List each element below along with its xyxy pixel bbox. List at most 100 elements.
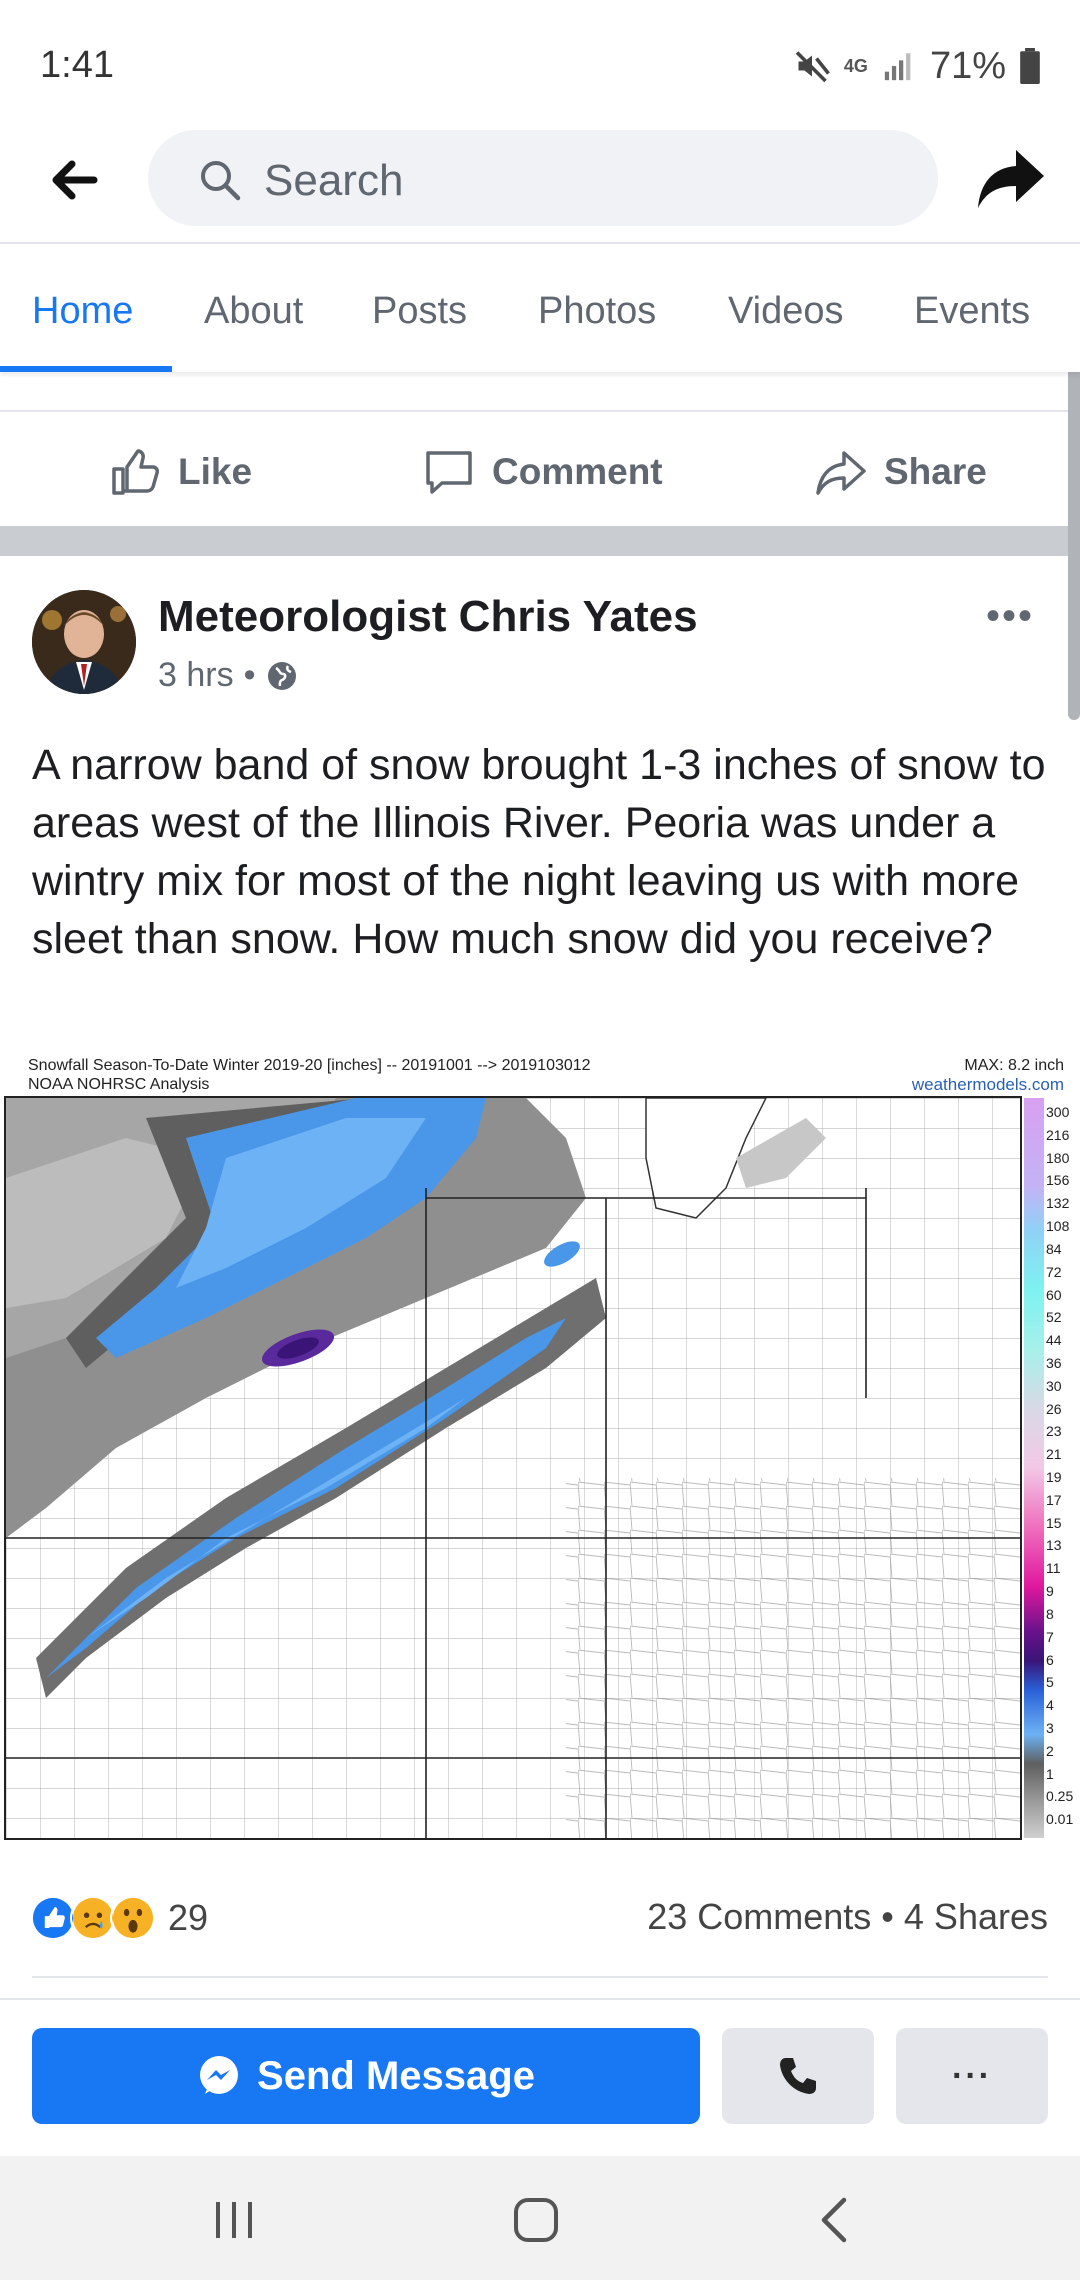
page-action-bar: Send Message ··· — [0, 1998, 1080, 2154]
status-time: 1:41 — [40, 44, 114, 86]
like-label: Like — [178, 451, 253, 492]
reaction-count: 29 — [168, 1897, 209, 1938]
legend-label: 108 — [1046, 1218, 1070, 1235]
post-options-button[interactable]: ••• — [986, 594, 1034, 639]
reactions-divider — [32, 1976, 1048, 1978]
meta-separator: • — [243, 656, 256, 694]
share-icon — [816, 451, 866, 495]
phone-icon — [780, 2058, 816, 2094]
legend-label: 9 — [1046, 1583, 1054, 1600]
tab-posts[interactable]: Posts — [372, 290, 467, 333]
home-icon[interactable] — [506, 2192, 566, 2248]
legend-label: 8 — [1046, 1605, 1054, 1622]
post-body-text: A narrow band of snow brought 1-3 inches… — [32, 741, 1046, 963]
reactions-summary[interactable]: 29 — [30, 1892, 208, 1944]
search-icon — [201, 161, 241, 201]
legend-label: 3 — [1046, 1719, 1054, 1736]
legend-label: 60 — [1046, 1286, 1062, 1303]
map-title-line1: Snowfall Season-To-Date Winter 2019-20 [… — [28, 1057, 591, 1074]
legend-label: 21 — [1046, 1446, 1062, 1463]
legend-label: 84 — [1046, 1240, 1062, 1257]
globe-icon — [267, 661, 296, 690]
legend-label: 2 — [1046, 1742, 1054, 1759]
more-options-button[interactable]: ··· — [896, 2028, 1048, 2124]
send-message-label: Send Message — [257, 2053, 535, 2098]
tab-home[interactable]: Home — [32, 290, 133, 333]
legend-label: 4 — [1046, 1697, 1054, 1714]
legend-label: 11 — [1046, 1560, 1061, 1577]
legend-label: 180 — [1046, 1149, 1070, 1166]
tab-events[interactable]: Events — [914, 290, 1030, 333]
status-bar: 1:41 4G 71% — [0, 0, 1080, 120]
tab-photos[interactable]: Photos — [538, 290, 656, 333]
map-max-info: MAX: 8.2 inch weathermodels.com — [912, 1056, 1064, 1094]
comment-button[interactable]: Comment — [422, 442, 663, 502]
legend-label: 30 — [1046, 1377, 1062, 1394]
legend-label: 5 — [1046, 1674, 1054, 1691]
avatar[interactable] — [32, 590, 136, 694]
map-title: Snowfall Season-To-Date Winter 2019-20 [… — [28, 1056, 591, 1094]
comment-icon — [426, 451, 472, 494]
share-label: Share — [884, 451, 987, 492]
battery-icon — [1020, 48, 1040, 84]
mute-icon — [795, 51, 830, 83]
back-nav-icon[interactable] — [806, 2192, 866, 2248]
legend-label: 13 — [1046, 1537, 1062, 1554]
messenger-icon — [200, 2056, 239, 2094]
status-icons: 4G 71% — [794, 44, 1040, 88]
legend-label: 26 — [1046, 1400, 1062, 1417]
search-input[interactable]: Search — [148, 130, 938, 226]
snowfall-map-graphic — [6, 1098, 1020, 1838]
legend-label: 7 — [1046, 1628, 1054, 1645]
tab-about[interactable]: About — [204, 290, 303, 333]
legend-label: 6 — [1046, 1651, 1054, 1668]
signal-icon — [884, 53, 911, 81]
legend-label: 23 — [1046, 1423, 1062, 1440]
map-title-line2: NOAA NOHRSC Analysis — [28, 1076, 210, 1093]
profile-photo — [32, 590, 136, 694]
legend-label: 1 — [1046, 1765, 1054, 1782]
search-header: Search — [0, 120, 1080, 244]
legend-label: 15 — [1046, 1514, 1062, 1531]
tab-videos[interactable]: Videos — [728, 290, 844, 333]
legend-label: 0.01 — [1046, 1811, 1074, 1828]
post-image[interactable]: Snowfall Season-To-Date Winter 2019-20 [… — [0, 1048, 1080, 1844]
share-forward-icon[interactable] — [976, 146, 1046, 212]
map-site-label: weathermodels.com — [911, 1075, 1064, 1094]
map-max-label: MAX: 8.2 inch — [964, 1057, 1064, 1074]
legend-label: 300 — [1046, 1104, 1070, 1120]
legend-label: 36 — [1046, 1354, 1062, 1371]
search-placeholder: Search — [264, 156, 404, 205]
post-time: 3 hrs — [158, 656, 234, 694]
legend-label: 216 — [1046, 1126, 1070, 1143]
legend-label: 72 — [1046, 1263, 1062, 1280]
wow-reaction-icon — [110, 1895, 156, 1941]
share-button[interactable]: Share — [814, 442, 987, 502]
legend-color-bar — [1024, 1098, 1044, 1838]
network-label: 4G — [843, 55, 868, 76]
legend-label: 52 — [1046, 1309, 1062, 1326]
page-tabs: Home About Posts Photos Videos Events — [0, 246, 1080, 372]
post-author[interactable]: Meteorologist Chris Yates — [158, 592, 698, 642]
post-meta: 3 hrs • — [158, 656, 298, 695]
legend-label: 19 — [1046, 1469, 1062, 1485]
recent-apps-icon[interactable] — [204, 2192, 264, 2248]
feed-divider — [0, 526, 1080, 556]
battery-percent: 71% — [929, 44, 1006, 87]
active-tab-indicator — [0, 366, 172, 372]
map-legend: 300 216 180 156 132 108 84 72 60 52 44 36 30 26 23 21 19… — [1024, 1098, 1080, 1838]
legend-label: 17 — [1046, 1491, 1062, 1508]
call-button[interactable] — [722, 2028, 874, 2124]
comment-label: Comment — [492, 451, 663, 492]
back-arrow-icon[interactable] — [44, 150, 104, 210]
send-message-button[interactable]: Send Message — [32, 2028, 700, 2124]
legend-label: 132 — [1046, 1195, 1070, 1212]
legend-label: 44 — [1046, 1332, 1062, 1349]
legend-label: 0.25 — [1046, 1788, 1074, 1805]
legend-label: 156 — [1046, 1172, 1070, 1189]
like-button[interactable]: Like — [108, 442, 252, 502]
system-nav-bar — [0, 2156, 1080, 2280]
previous-post-actions: Like Comment Share — [0, 410, 1080, 524]
comments-shares-count[interactable]: 23 Comments • 4 Shares — [647, 1896, 1048, 1938]
snowfall-map — [4, 1096, 1022, 1840]
